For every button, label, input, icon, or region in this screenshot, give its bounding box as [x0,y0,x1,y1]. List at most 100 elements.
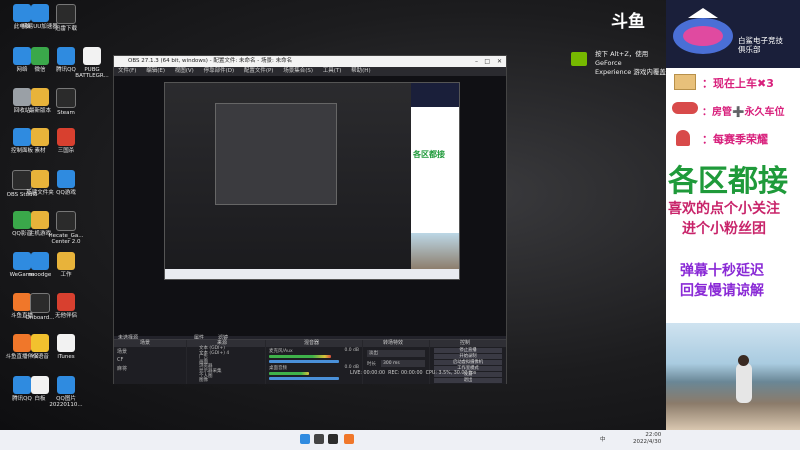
nvidia-overlay-toast: 按下 Alt+Z，使用 GeForce Experience 游戏内覆盖 [563,46,671,76]
mic-track-db: 0.0 dB [344,348,359,353]
menu-profile[interactable]: 配置文件(P) [244,68,274,74]
shark-logo-icon [673,8,733,54]
desktop-icon-sanguosha[interactable]: 三国杀 [44,128,88,154]
close-icon[interactable]: ✕ [497,56,502,67]
live-time: LIVE: 00:00:00 [350,371,386,376]
obs-status-bar: LIVE: 00:00:00 REC: 00:00:00 CPU: 3.5%, … [350,369,505,379]
rocket-icon [676,130,690,146]
desktop-icon-qq-image[interactable]: QQ图片 20220110... [44,376,88,408]
mic-volume-slider[interactable] [269,360,339,363]
nested-info-panel: 各区都接 [411,83,459,269]
start-icon[interactable] [300,434,310,444]
desktop-icon-qq-game[interactable]: QQ游戏 [44,170,88,196]
ticket-icon [674,74,696,90]
mic-track-name: 麦克风/Aux [269,349,293,354]
club-name: 白鲨电子竞技 [738,36,783,45]
headline: 各区都接 [668,164,788,199]
nvidia-toast-line2: Experience 游戏内覆盖 [595,68,666,76]
folder-icon [57,252,75,270]
transitions-dock-header: 转场特效 [363,340,429,347]
obs-title-bar[interactable]: OBS 27.1.3 (64 bit, windows) - 配置文件: 未命名… [114,56,506,67]
sources-list[interactable]: 文本 (GDI+) 文本 (GDI+) 4 广告 画面 浏览器 显示器采集 个人… [187,346,265,384]
desktop-track-name: 桌面音频 [269,366,287,371]
mic-level-meter [269,355,331,358]
sanguosha-icon [57,128,75,146]
steam-icon [56,88,76,108]
scene-item[interactable]: 场景 [114,347,186,356]
scenes-dock-header: 场景 [114,340,186,347]
source-item[interactable]: 图像 [199,379,265,384]
cpu-usage: CPU: 3.5%, 30.00 fps [425,371,477,376]
desktop-icon-work[interactable]: 工作 [44,252,88,278]
minimize-icon[interactable]: – [475,56,478,67]
stream-info-panel: 白鲨电子竞技 俱乐部 ：现在上车✖3 ：房管➕永久车位 ：每赛季荣耀 各区都接 … [666,0,800,430]
streamer-photo [666,323,800,430]
subline-fanclub: 进个小粉丝团 [682,221,766,237]
promo-line-1: ：现在上车✖3 [702,77,774,90]
notice-delay: 弹幕十秒延迟 [680,263,764,279]
itunes-icon [57,334,75,352]
nvidia-icon [571,52,587,66]
mixer-dock-header: 混音器 [266,340,362,347]
transition-select[interactable]: 淡出 [367,350,425,357]
douyu-taskbar-icon[interactable] [344,434,354,444]
obs-title-text: OBS 27.1.3 (64 bit, windows) - 配置文件: 未命名… [128,58,293,64]
desktop-level-meter [269,372,309,375]
club-banner: 白鲨电子竞技 俱乐部 [666,0,800,68]
obs-window[interactable]: OBS 27.1.3 (64 bit, windows) - 配置文件: 未命名… [113,55,507,384]
stop-streaming-button[interactable]: 停止直播 [434,348,502,353]
nested-headline: 各区都接 [413,150,445,159]
taskbar: 中 22:00 2022/4/30 [0,430,800,450]
search-icon[interactable] [314,434,324,444]
scene-item[interactable]: 麻将 [114,364,186,373]
desktop-icon-itunes[interactable]: iTunes [44,334,88,360]
menu-view[interactable]: 视图(V) [175,68,194,74]
menu-docks[interactable]: 停靠部件(D) [204,68,235,74]
promo-line-3: ：每赛季荣耀 [702,133,768,146]
club-name-sub: 俱乐部 [738,45,761,54]
desktop-icon-xunlei[interactable]: 迅雷下载 [44,4,88,32]
desktop: 此电脑 网络 回收站 控制面板 OBS Studio QQ影音 WeGame 斗… [0,0,800,430]
duration-label: 时长 [367,362,376,367]
input-language[interactable]: 中 [600,435,606,443]
menu-edit[interactable]: 编辑(E) [146,68,165,74]
nested-photo [411,233,459,269]
controls-dock-header: 控制 [430,340,506,347]
wuta-icon [57,293,75,311]
scenes-list[interactable]: 场景 CF 麻将 [114,347,186,384]
virtual-camera-button[interactable]: 启动虚拟摄像机 [434,360,502,365]
xunlei-icon [56,4,76,24]
hecate-icon [56,211,76,231]
nested-banner [411,83,459,107]
desktop-icon-steam[interactable]: Steam [44,88,88,116]
menu-help[interactable]: 帮助(H) [351,68,370,74]
menu-scene-collection[interactable]: 场景集合(S) [283,68,313,74]
nvidia-toast-line1: 按下 Alt+Z，使用 GeForce [595,50,649,67]
obs-preview[interactable]: 各区都接 [114,76,506,336]
desktop-icon-pubg[interactable]: PUBG BATTLEGR... [70,47,114,79]
duration-input[interactable]: 300 ms [381,360,425,367]
scene-item[interactable]: CF [114,356,186,364]
maximize-icon[interactable]: □ [484,56,490,67]
douyu-logo: 斗鱼 [611,12,645,32]
qq-game-icon [57,170,75,188]
rec-time: REC: 00:00:00 [388,371,423,376]
plane-icon [672,102,698,114]
clock[interactable]: 22:00 2022/4/30 [633,432,661,446]
menu-file[interactable]: 文件(F) [118,68,136,74]
nested-preview: 各区都接 [164,82,460,280]
obs-taskbar-icon[interactable] [328,434,338,444]
desktop-icon-wuta[interactable]: 无他伴侣 [44,293,88,319]
desktop-icon-hecate[interactable]: Hecate_Ga... Center 2.0 [44,211,88,245]
pubg-icon [83,47,101,65]
promo-line-2: ：房管➕永久车位 [702,107,785,118]
start-recording-button[interactable]: 开始录制 [434,354,502,359]
nested-taskbar [165,269,459,279]
notice-reply: 回复慢请谅解 [680,283,764,299]
nested-obs-window [215,103,337,205]
audio-mixer: 麦克风/Aux 0.0 dB 桌面音频 0.0 dB [266,347,362,384]
menu-tools[interactable]: 工具(T) [323,68,342,74]
subline-follow: 喜欢的点个小关注 [668,201,780,217]
image-icon [57,376,75,394]
desktop-volume-slider[interactable] [269,377,339,380]
